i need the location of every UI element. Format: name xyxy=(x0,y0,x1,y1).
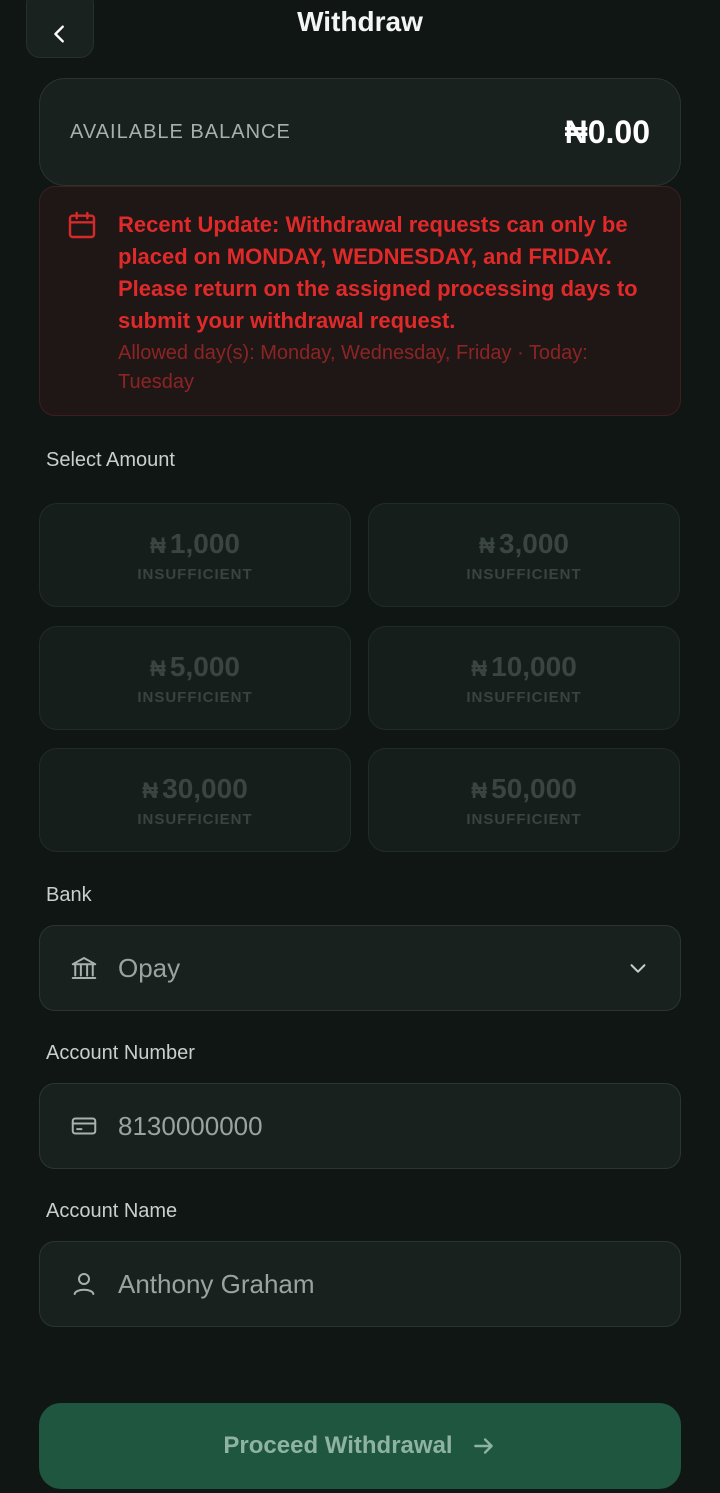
amount-value: ₦ 5,000 xyxy=(150,650,240,682)
amount-option[interactable]: ₦ 10,000 INSUFFICIENT xyxy=(368,626,680,730)
currency-symbol: ₦ xyxy=(150,655,166,681)
notice-subtitle: Allowed day(s): Monday, Wednesday, Frida… xyxy=(118,342,588,393)
amount-value: ₦ 30,000 xyxy=(142,772,248,804)
account-name-value: Anthony Graham xyxy=(118,1268,315,1299)
amount-value: ₦ 3,000 xyxy=(479,527,569,559)
currency-symbol: ₦ xyxy=(142,777,159,803)
bank-icon xyxy=(68,952,100,984)
calendar-icon xyxy=(68,211,96,239)
amount-status: INSUFFICIENT xyxy=(466,565,582,583)
bank-label: Bank xyxy=(46,884,92,906)
notice-title: Recent Update: Withdrawal requests can o… xyxy=(118,212,638,333)
withdrawal-notice: Recent Update: Withdrawal requests can o… xyxy=(39,186,681,416)
amount-value: ₦ 50,000 xyxy=(471,772,577,804)
account-name-input[interactable]: Anthony Graham xyxy=(39,1241,681,1327)
bank-select[interactable]: Opay xyxy=(39,925,681,1011)
amount-option[interactable]: ₦ 30,000 INSUFFICIENT xyxy=(39,748,351,852)
withdraw-screen: Withdraw AVAILABLE BALANCE ₦0.00 Recent … xyxy=(0,0,720,1493)
page-title: Withdraw xyxy=(297,6,423,37)
currency-symbol: ₦ xyxy=(471,655,488,681)
card-icon xyxy=(68,1110,100,1142)
account-number-label: Account Number xyxy=(46,1042,195,1064)
amount-value: ₦ 1,000 xyxy=(150,527,240,559)
amount-status: INSUFFICIENT xyxy=(137,810,253,828)
account-name-label: Account Name xyxy=(46,1200,178,1222)
amount-status: INSUFFICIENT xyxy=(137,565,253,583)
amount-option[interactable]: ₦ 1,000 INSUFFICIENT xyxy=(39,503,351,607)
balance-label: AVAILABLE BALANCE xyxy=(70,120,291,143)
account-number-value: 8130000000 xyxy=(118,1110,263,1141)
account-number-input[interactable]: 8130000000 xyxy=(39,1083,681,1169)
currency-symbol: ₦ xyxy=(471,777,488,803)
currency-symbol: ₦ xyxy=(150,532,166,558)
select-amount-label: Select Amount xyxy=(46,449,175,471)
arrow-right-icon xyxy=(471,1433,497,1459)
amount-option[interactable]: ₦ 3,000 INSUFFICIENT xyxy=(368,503,680,607)
proceed-withdrawal-button[interactable]: Proceed Withdrawal xyxy=(39,1403,681,1489)
amount-option[interactable]: ₦ 50,000 INSUFFICIENT xyxy=(368,748,680,852)
amount-status: INSUFFICIENT xyxy=(466,688,582,706)
chevron-down-icon xyxy=(624,954,652,982)
amount-option[interactable]: ₦ 5,000 INSUFFICIENT xyxy=(39,626,351,730)
user-icon xyxy=(68,1268,100,1300)
balance-value: ₦0.00 xyxy=(564,113,650,150)
currency-symbol: ₦ xyxy=(479,532,495,558)
proceed-withdrawal-label: Proceed Withdrawal xyxy=(223,1432,453,1459)
amount-status: INSUFFICIENT xyxy=(137,688,253,706)
balance-card: AVAILABLE BALANCE ₦0.00 xyxy=(39,78,681,186)
amount-status: INSUFFICIENT xyxy=(466,810,582,828)
amount-value: ₦ 10,000 xyxy=(471,650,577,682)
bank-value: Opay xyxy=(118,952,181,983)
